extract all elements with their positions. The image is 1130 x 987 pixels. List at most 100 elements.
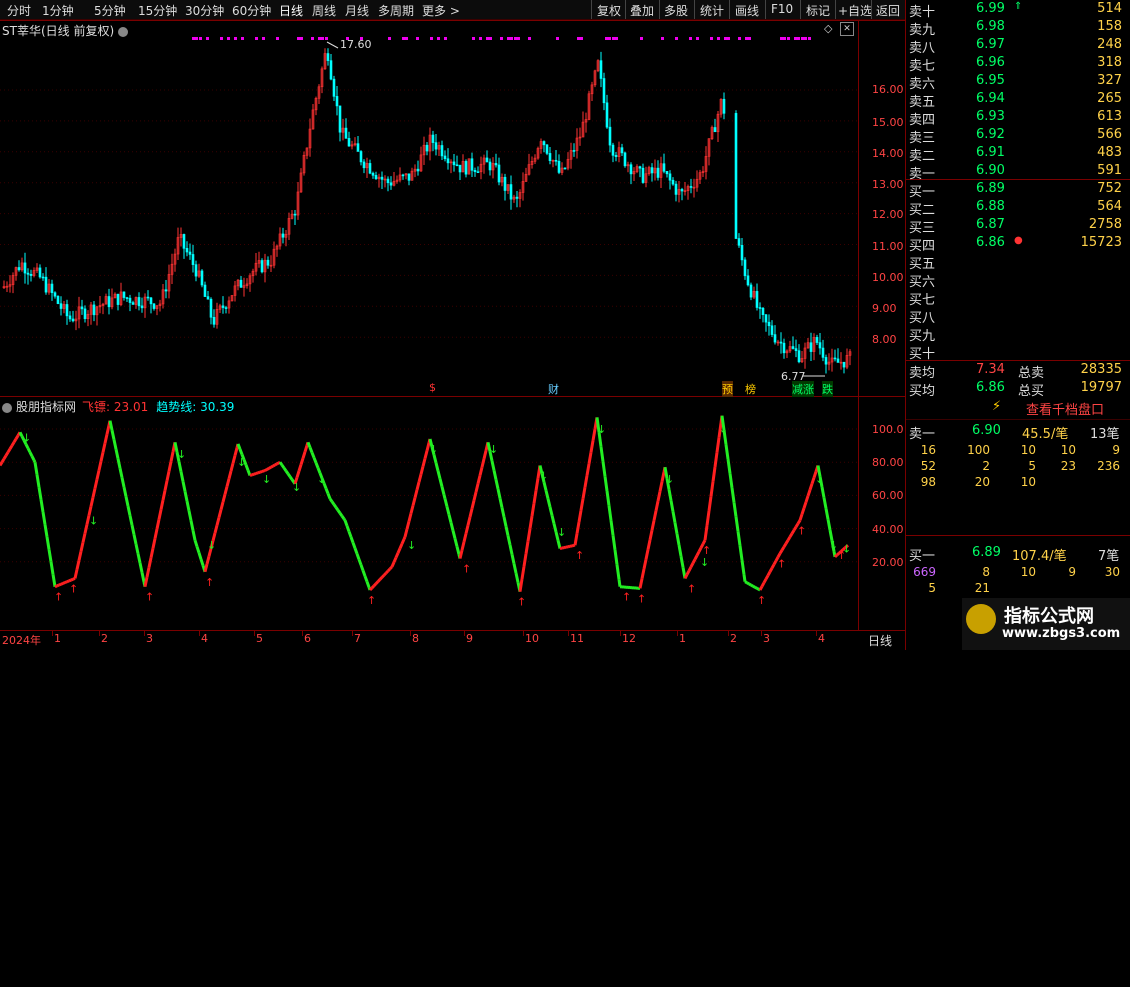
signal-dot [206, 37, 209, 40]
tab-monthly[interactable]: 月线 [345, 2, 369, 19]
candle-body [60, 304, 62, 309]
indicator-segment [520, 579, 522, 592]
tab-intraday[interactable]: 分时 [7, 2, 31, 19]
tab-30min[interactable]: 30分钟 [185, 2, 224, 19]
level-name: 卖五 [909, 91, 935, 110]
indicator-segment [286, 471, 288, 474]
indicator-segment [233, 456, 235, 464]
mark-button[interactable]: 标记 [806, 2, 830, 19]
level-volume: 483 [1097, 145, 1122, 160]
indicator-segment [415, 490, 417, 498]
indicator-segment [120, 468, 122, 477]
sell-level-row[interactable]: 卖二6.91483 [906, 145, 1130, 163]
buy-level-row[interactable]: 买四6.8615723● [906, 235, 1130, 253]
candle-body [495, 163, 497, 165]
sell-level-row[interactable]: 卖七6.96318 [906, 55, 1130, 73]
buy-level-row[interactable]: 买一6.89752 [906, 181, 1130, 199]
sell-arrow-icon: ↓ [22, 431, 31, 444]
buy-level-row[interactable]: 买五 [906, 253, 1130, 271]
sell-level-row[interactable]: 卖六6.95327 [906, 73, 1130, 91]
candle-body [474, 170, 476, 171]
sell-level-row[interactable]: 卖四6.93613 [906, 109, 1130, 127]
month-tick: 11 [570, 632, 584, 645]
indicator-segment [69, 580, 71, 581]
indicator-segment [755, 587, 757, 588]
sell-level-row[interactable]: 卖十6.99514⇑ [906, 1, 1130, 19]
tab-1min[interactable]: 1分钟 [42, 2, 74, 19]
tab-daily[interactable]: 日线 [279, 2, 303, 19]
indicator-segment [344, 519, 345, 520]
adjust-button[interactable]: 复权 [597, 2, 621, 19]
sell-level-row[interactable]: 卖八6.97248 [906, 37, 1130, 55]
buy-level-row[interactable]: 买八 [906, 307, 1130, 325]
buy-level-row[interactable]: 买三6.872758 [906, 217, 1130, 235]
candle-body [57, 296, 59, 303]
indicator-segment [303, 452, 305, 458]
multi-stock-button[interactable]: 多股 [664, 2, 688, 19]
tab-60min[interactable]: 60分钟 [232, 2, 271, 19]
sell-level-row[interactable]: 卖三6.92566 [906, 127, 1130, 145]
candle-body [381, 177, 383, 179]
buy-level-row[interactable]: 买七 [906, 289, 1130, 307]
indicator-segment [299, 465, 301, 471]
overlay-button[interactable]: 叠加 [630, 2, 654, 19]
tab-multi-period[interactable]: 多周期 [378, 2, 414, 19]
sell-average-row[interactable]: 卖均7.3428335总卖 [906, 362, 1130, 380]
tab-more[interactable]: 更多 > [422, 2, 460, 19]
order-size: 10 [1021, 443, 1036, 457]
tab-weekly[interactable]: 周线 [312, 2, 336, 19]
event-marker-fall[interactable]: 跌 [822, 381, 833, 397]
buy-level-row[interactable]: 买九 [906, 325, 1130, 343]
indicator-segment [77, 560, 79, 569]
add-watchlist-button[interactable]: +自选 [838, 2, 872, 19]
view-depth-button[interactable]: 查看千档盘口 [1026, 399, 1104, 418]
tab-15min[interactable]: 15分钟 [138, 2, 177, 19]
buy-level-row[interactable]: 买二6.88564 [906, 199, 1130, 217]
indicator-segment [822, 487, 824, 498]
indicator-segment [457, 547, 459, 555]
draw-button[interactable]: 画线 [735, 2, 759, 19]
sell-level-row[interactable]: 卖五6.94265 [906, 91, 1130, 109]
event-marker-forecast[interactable]: 预 [722, 381, 733, 397]
signal-dot [192, 37, 198, 40]
buy-average-row[interactable]: 买均6.8619797总买 [906, 380, 1130, 398]
indicator-segment [713, 467, 715, 482]
candle-body [609, 127, 611, 145]
month-tick: 2 [101, 632, 108, 645]
indicator-segment [273, 465, 275, 466]
candle-body [546, 145, 548, 154]
depth-order-row: 521 [906, 581, 1130, 597]
candle-body [792, 347, 794, 349]
indicator-segment [445, 499, 447, 507]
event-marker-finance[interactable]: 财 [548, 381, 559, 397]
sell-level-row[interactable]: 卖一6.90591 [906, 163, 1130, 181]
indicator-segment [297, 471, 299, 477]
indicator-segment [669, 489, 671, 500]
sell-level-row[interactable]: 卖九6.98158 [906, 19, 1130, 37]
tab-5min[interactable]: 5分钟 [94, 2, 126, 19]
back-button[interactable]: 返回 [876, 2, 900, 19]
sell-arrow-icon: ↓ [557, 526, 566, 539]
candle-body [27, 273, 29, 274]
buy-level-row[interactable]: 买十 [906, 343, 1130, 361]
buy-level-row[interactable]: 买六 [906, 271, 1130, 289]
candle-body [456, 165, 458, 166]
level-price: 6.91 [976, 145, 1005, 160]
indicator-segment [812, 478, 814, 484]
indicator-segment [65, 582, 67, 583]
indicator-segment [382, 575, 384, 577]
event-marker-dividend[interactable]: $ [429, 381, 436, 394]
watermark: 指标公式网 www.zbgs3.com [962, 598, 1130, 650]
indicator-segment [609, 506, 611, 521]
event-marker-reduce[interactable]: 减涨 [792, 381, 814, 397]
stats-button[interactable]: 统计 [700, 2, 724, 19]
event-marker-list[interactable]: 榜 [745, 381, 756, 397]
depth-header[interactable]: ⚡ 查看千档盘口 [906, 397, 1130, 420]
order-size: 30 [1105, 565, 1120, 579]
f10-button[interactable]: F10 [771, 2, 793, 16]
signal-dot [528, 37, 531, 40]
indicator-segment [55, 586, 57, 587]
sell1-price: 6.90 [972, 423, 1001, 438]
indicator-tick: 40.00 [872, 523, 904, 536]
period-label[interactable]: 日线 [868, 632, 892, 649]
